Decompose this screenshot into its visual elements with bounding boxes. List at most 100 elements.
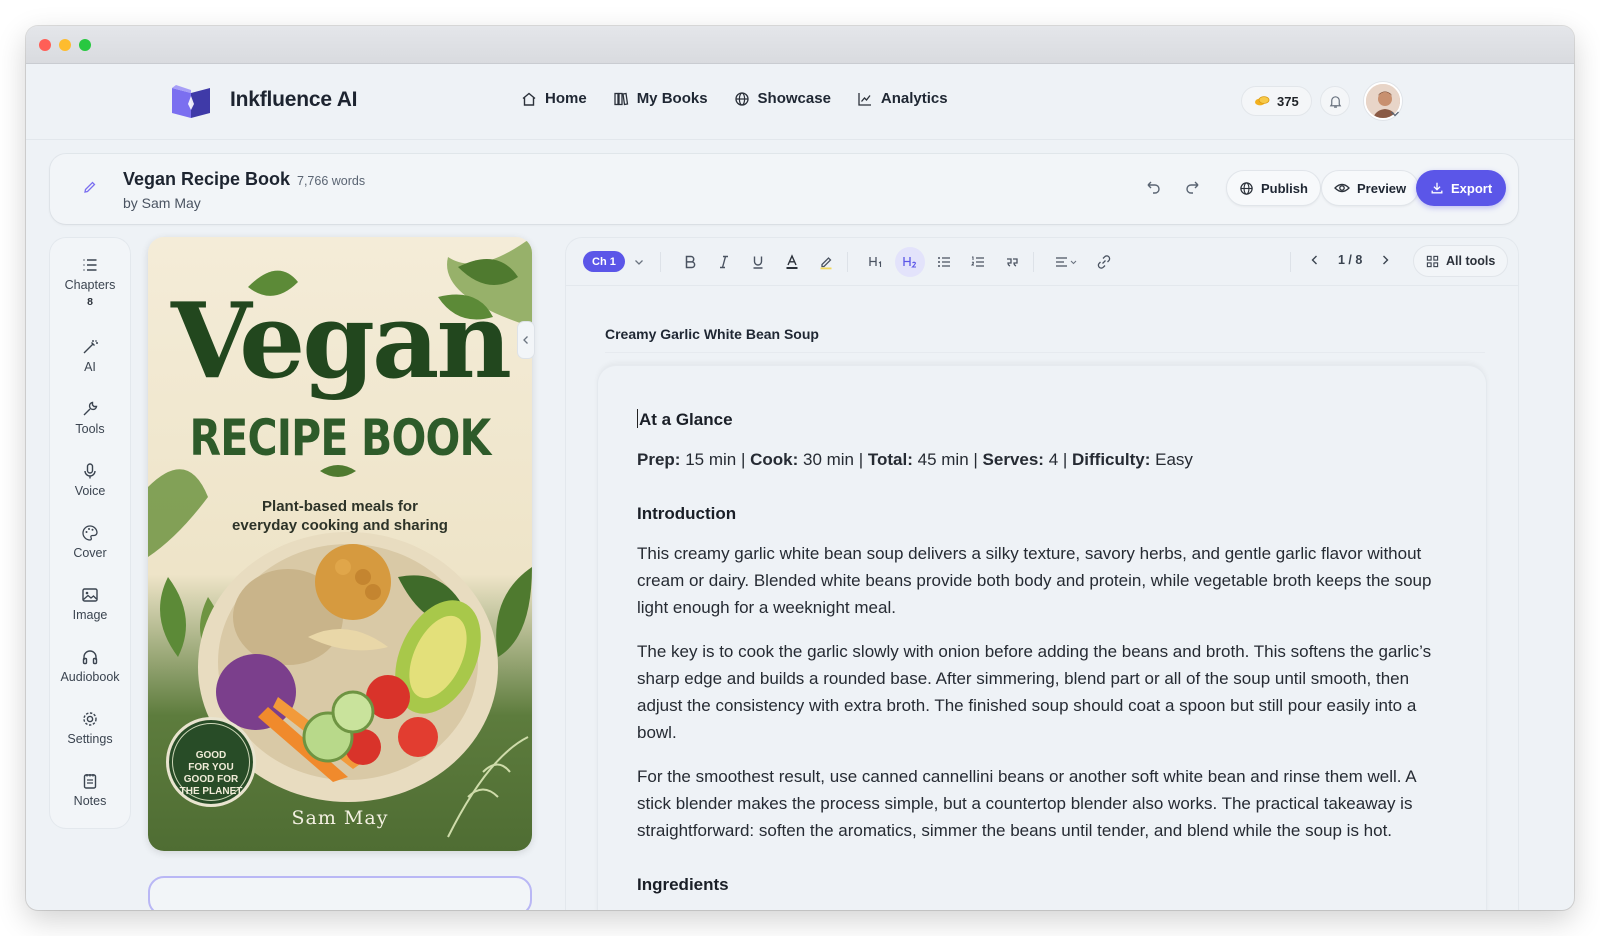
collapse-cover-button[interactable] bbox=[518, 322, 534, 358]
book-title[interactable]: Vegan Recipe Book bbox=[123, 169, 290, 190]
serves-label: Serves: bbox=[982, 450, 1044, 469]
chapter-selector[interactable]: Ch 1 bbox=[583, 251, 625, 272]
undo-icon[interactable] bbox=[1144, 178, 1162, 196]
sidebar-item-chapters[interactable]: Chapters 8 bbox=[50, 256, 130, 308]
app-window: Inkfluence AI Home My Books Showcase Ana… bbox=[26, 26, 1574, 910]
chevron-down-icon bbox=[635, 260, 643, 265]
nav-analytics[interactable]: Analytics bbox=[857, 90, 948, 107]
chevron-down-icon[interactable] bbox=[1390, 110, 1400, 118]
cover-subtitle: RECIPE BOOK bbox=[189, 409, 492, 467]
brand-name[interactable]: Inkfluence AI bbox=[230, 88, 358, 112]
cook-label: Cook: bbox=[750, 450, 799, 469]
sidebar-item-notes[interactable]: Notes bbox=[50, 772, 130, 808]
italic-icon bbox=[720, 255, 728, 269]
close-window-button[interactable] bbox=[39, 39, 51, 51]
notepad-icon bbox=[83, 774, 97, 789]
sidebar-item-ai[interactable]: AI bbox=[50, 338, 130, 374]
pencil-icon[interactable] bbox=[82, 179, 98, 195]
align-left-icon bbox=[1056, 257, 1077, 267]
document-body[interactable]: At a Glance Prep: 15 min | Cook: 30 min … bbox=[637, 406, 1437, 910]
magic-wand-icon bbox=[83, 340, 98, 354]
nav-analytics-label: Analytics bbox=[880, 90, 948, 107]
sidebar-item-cover[interactable]: Cover bbox=[50, 524, 130, 560]
total-value: 45 min | bbox=[912, 450, 983, 469]
minimize-window-button[interactable] bbox=[59, 39, 71, 51]
sidebar-item-label: Chapters bbox=[64, 278, 116, 292]
publish-button[interactable]: Publish bbox=[1226, 170, 1321, 206]
grid-icon bbox=[1426, 255, 1439, 267]
introduction-heading: Introduction bbox=[637, 504, 737, 523]
nav-home[interactable]: Home bbox=[521, 90, 587, 107]
redo-icon[interactable] bbox=[1184, 178, 1202, 196]
export-button[interactable]: Export bbox=[1416, 170, 1507, 206]
chevron-left-icon bbox=[523, 336, 528, 344]
sidebar-item-label: Image bbox=[72, 608, 108, 622]
toolbar-divider bbox=[1290, 252, 1291, 272]
sidebar-item-label: Cover bbox=[73, 546, 107, 560]
recipe-meta: Prep: 15 min | Cook: 30 min | Total: 45 … bbox=[637, 446, 1437, 473]
bell-icon bbox=[1329, 95, 1341, 108]
nav-home-label: Home bbox=[545, 90, 587, 107]
sidebar-item-image[interactable]: Image bbox=[50, 586, 130, 622]
underline-icon bbox=[753, 256, 763, 269]
bullet-list-button[interactable] bbox=[933, 251, 955, 273]
credits-badge[interactable]: 375 bbox=[1241, 86, 1312, 116]
book-cover-preview[interactable]: Vegan RECIPE BOOK Plant-based meals for … bbox=[148, 237, 532, 851]
nav-showcase[interactable]: Showcase bbox=[734, 90, 831, 107]
difficulty-label: Difficulty: bbox=[1072, 450, 1151, 469]
editor-toolbar: Ch 1 1 / 8 All tools bbox=[566, 238, 1518, 286]
books-icon bbox=[614, 92, 628, 105]
chapter-title-input[interactable]: Creamy Garlic White Bean Soup bbox=[605, 326, 1485, 353]
gear-icon bbox=[83, 712, 97, 726]
paragraph: For the smoothest result, use canned can… bbox=[637, 767, 1416, 840]
sidebar-item-audiobook[interactable]: Audiobook bbox=[50, 648, 130, 684]
section-heading: At a Glance bbox=[637, 406, 1437, 433]
highlighter-icon bbox=[820, 257, 832, 270]
sidebar-item-voice[interactable]: Voice bbox=[50, 462, 130, 498]
all-tools-button[interactable]: All tools bbox=[1413, 245, 1509, 277]
eye-icon bbox=[1334, 183, 1350, 193]
chart-icon bbox=[858, 92, 871, 106]
sidebar-item-settings[interactable]: Settings bbox=[50, 710, 130, 746]
highlight-button[interactable] bbox=[815, 251, 837, 273]
chapter-dropdown[interactable] bbox=[628, 251, 650, 273]
cover-title: Vegan bbox=[170, 279, 512, 402]
text-color-button[interactable] bbox=[781, 251, 803, 273]
sidebar-item-label: Tools bbox=[75, 422, 105, 436]
sidebar-item-label: AI bbox=[84, 360, 96, 374]
nav-showcase-label: Showcase bbox=[757, 90, 831, 107]
sidebar-item-tools[interactable]: Tools bbox=[50, 400, 130, 436]
word-count: 7,766 words bbox=[297, 174, 366, 188]
serves-value: 4 | bbox=[1043, 450, 1073, 469]
heading2-button[interactable] bbox=[895, 247, 925, 277]
text-cursor bbox=[637, 409, 638, 428]
cover-badge: GOOD FOR YOU GOOD FOR THE PLANET bbox=[166, 717, 256, 807]
chapter-editor: Ch 1 1 / 8 All tools Creamy Garlic White… bbox=[566, 238, 1518, 910]
quote-button[interactable] bbox=[1001, 251, 1023, 273]
nav-my-books[interactable]: My Books bbox=[613, 90, 708, 107]
bullet-list-icon bbox=[938, 257, 950, 267]
link-button[interactable] bbox=[1093, 251, 1115, 273]
maximize-window-button[interactable] bbox=[79, 39, 91, 51]
export-label: Export bbox=[1451, 180, 1493, 196]
document-page[interactable]: At a Glance Prep: 15 min | Cook: 30 min … bbox=[598, 366, 1486, 910]
cover-tagline: Plant-based meals for everyday cooking a… bbox=[232, 498, 448, 534]
bold-button[interactable] bbox=[679, 251, 701, 273]
align-dropdown[interactable] bbox=[1049, 251, 1083, 273]
previous-chapter-icon[interactable] bbox=[1310, 254, 1320, 266]
image-icon bbox=[82, 588, 98, 602]
heading1-button[interactable] bbox=[865, 251, 887, 273]
underline-button[interactable] bbox=[747, 251, 769, 273]
cover-author: Sam May bbox=[291, 807, 389, 829]
badge-line: GOOD FOR bbox=[183, 774, 239, 785]
numbered-list-button[interactable] bbox=[967, 251, 989, 273]
italic-button[interactable] bbox=[713, 251, 735, 273]
badge-line: THE PLANET bbox=[179, 786, 243, 797]
microphone-icon bbox=[84, 463, 96, 479]
notifications-button[interactable] bbox=[1320, 86, 1350, 116]
chapter-pager: 1 / 8 bbox=[1310, 253, 1390, 267]
cover-card-secondary[interactable] bbox=[148, 876, 532, 910]
preview-button[interactable]: Preview bbox=[1321, 170, 1420, 206]
next-chapter-icon[interactable] bbox=[1380, 254, 1390, 266]
book-logo-icon[interactable] bbox=[168, 80, 214, 120]
